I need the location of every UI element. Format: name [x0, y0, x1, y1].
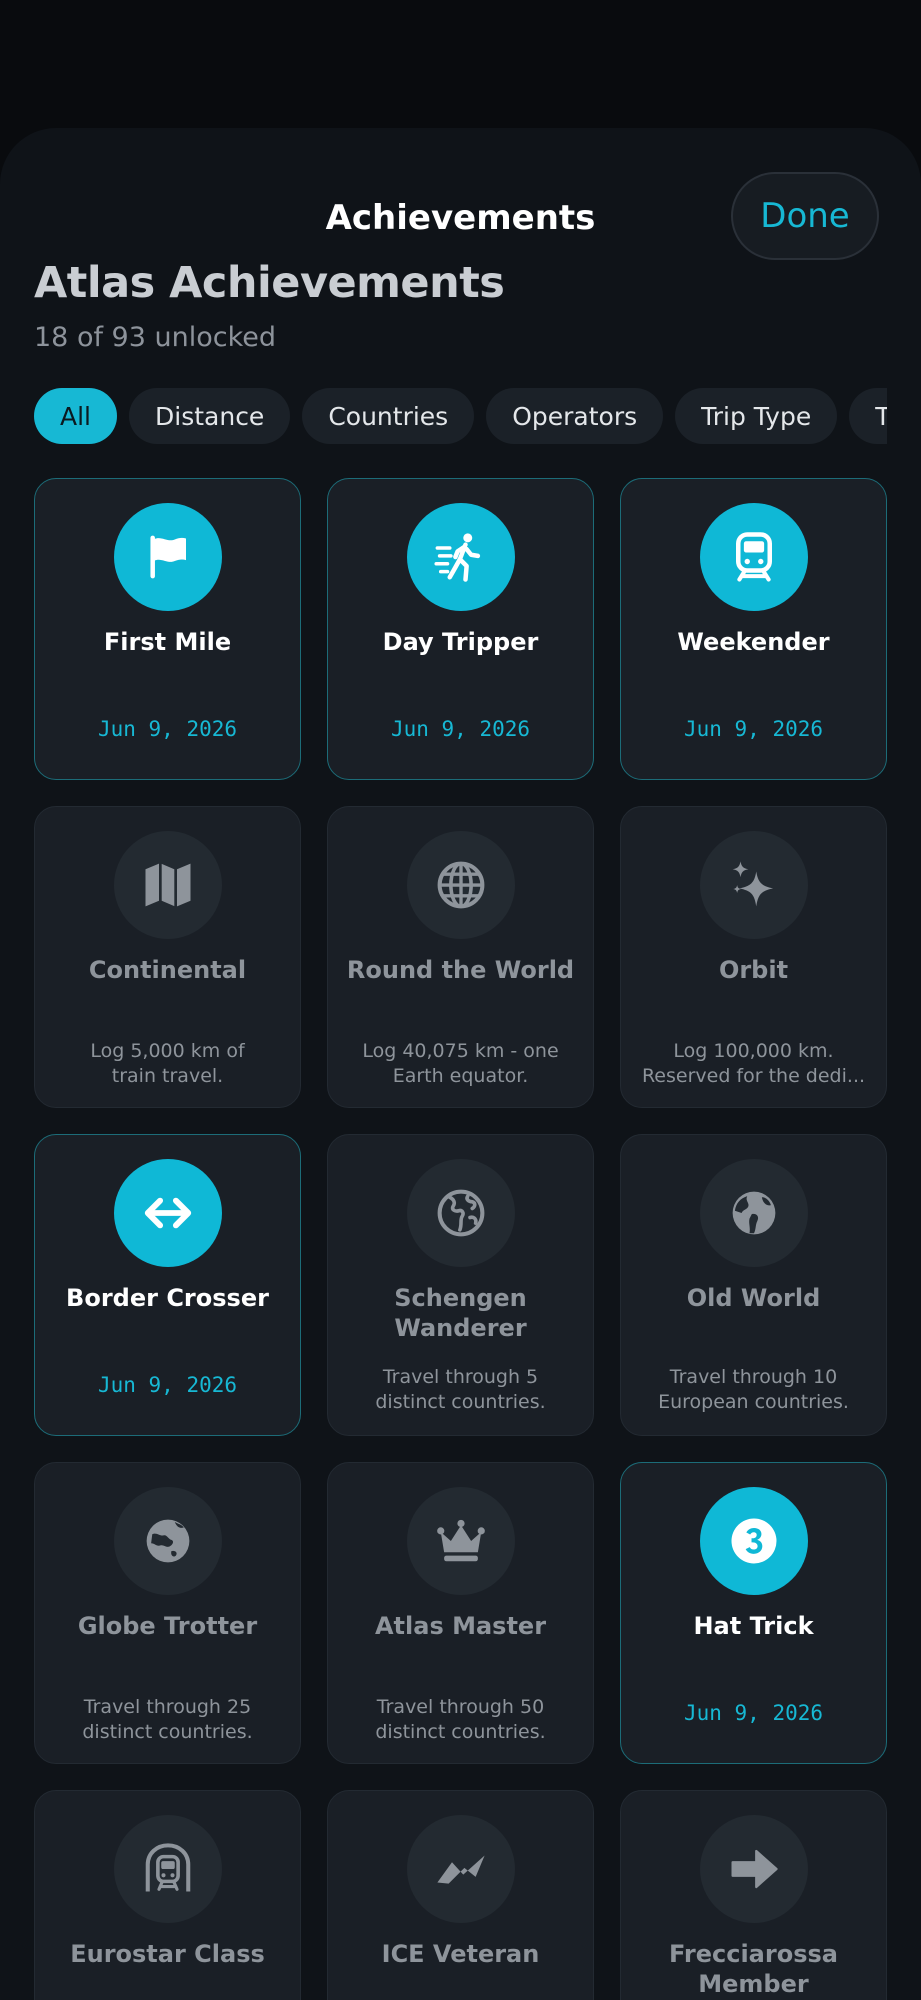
page-title: Atlas Achievements [34, 258, 505, 308]
achievement-badge [407, 1159, 515, 1267]
achievement-name: Weekender [677, 628, 830, 656]
achievement-badge [407, 1487, 515, 1595]
achievement-description: Travel through 5 distinct countries. [375, 1366, 546, 1413]
done-button[interactable]: Done [731, 172, 879, 260]
achievement-description: Travel through 50 distinct countries. [375, 1696, 546, 1743]
achievement-name: Eurostar Class [70, 1940, 265, 1968]
filter-chip-trip-type[interactable]: Trip Type [675, 388, 838, 444]
achievement-card-first-mile[interactable]: First Mile Jun 9, 2026 [34, 478, 301, 780]
achievement-date: Jun 9, 2026 [683, 717, 824, 741]
achievement-date: Jun 9, 2026 [683, 1701, 824, 1725]
achievement-name: Schengen Wanderer [394, 1284, 527, 1342]
achievement-card-weekender[interactable]: Weekender Jun 9, 2026 [620, 478, 887, 780]
achievement-date: Jun 9, 2026 [390, 717, 531, 741]
achievement-badge [700, 503, 808, 611]
achievement-card-day-tripper[interactable]: Day Tripper Jun 9, 2026 [327, 478, 594, 780]
achievement-description: Log 40,075 km - one Earth equator. [362, 1040, 559, 1087]
achievement-card-border-crosser[interactable]: Border Crosser Jun 9, 2026 [34, 1134, 301, 1436]
running-figure-icon [434, 533, 481, 582]
achievement-badge [114, 831, 222, 939]
achievement-badge [700, 831, 808, 939]
globe-grid-icon [437, 861, 485, 909]
globe-asia-icon [146, 1519, 190, 1563]
achievement-card-ice-veteran[interactable]: ICE Veteran [327, 1790, 594, 2000]
achievement-card-globe-trotter[interactable]: Globe Trotter Travel through 25 distinct… [34, 1462, 301, 1764]
crown-icon [437, 1519, 485, 1562]
achievement-badge [114, 503, 222, 611]
sparkles-icon [732, 861, 774, 907]
achievements-grid: First Mile Jun 9, 2026 Day Tripper Jun 9… [34, 478, 887, 2000]
zigzag-icon [437, 1855, 485, 1884]
achievement-card-frecciarossa-member[interactable]: Frecciarossa Member [620, 1790, 887, 2000]
achievement-badge [114, 1815, 222, 1923]
achievement-name: Orbit [718, 956, 789, 984]
achievement-description: Travel through 10 European countries. [658, 1366, 849, 1413]
achievement-name: Atlas Master [374, 1612, 547, 1640]
achievement-card-orbit[interactable]: Orbit Log 100,000 km. Reserved for the d… [620, 806, 887, 1108]
left-right-arrow-icon [144, 1197, 192, 1229]
filter-chip-time[interactable]: Time [849, 388, 887, 444]
achievement-card-schengen-wanderer[interactable]: Schengen Wanderer Travel through 5 disti… [327, 1134, 594, 1436]
achievement-card-round-the-world[interactable]: Round the World Log 40,075 km - one Eart… [327, 806, 594, 1108]
achievement-badge [700, 1815, 808, 1923]
achievement-name: ICE Veteran [381, 1940, 540, 1968]
filter-chip-operators[interactable]: Operators [486, 388, 664, 444]
achievement-name: Day Tripper [382, 628, 539, 656]
unlocked-count: 18 of 93 unlocked [34, 322, 276, 353]
achievement-name: Continental [88, 956, 247, 984]
achievement-card-hat-trick[interactable]: Hat Trick Jun 9, 2026 [620, 1462, 887, 1764]
achievement-date: Jun 9, 2026 [97, 717, 238, 741]
achievement-description: Log 5,000 km of train travel. [90, 1040, 245, 1087]
tunnel-train-icon [145, 1843, 191, 1892]
achievement-badge [114, 1487, 222, 1595]
achievement-name: Hat Trick [693, 1612, 814, 1640]
achievement-badge [407, 503, 515, 611]
achievement-name: Globe Trotter [77, 1612, 258, 1640]
achievement-name: Old World [686, 1284, 821, 1312]
achievement-badge [700, 1487, 808, 1595]
achievements-sheet: Achievements Done Atlas Achievements 18 … [0, 128, 921, 2000]
arrow-right-icon [731, 1849, 778, 1889]
achievement-description: Log 100,000 km. Reserved for the dedi... [641, 1040, 866, 1087]
achievement-name: Frecciarossa Member [669, 1940, 838, 1998]
achievement-badge [407, 831, 515, 939]
achievement-name: First Mile [103, 628, 232, 656]
achievement-description: Travel through 25 distinct countries. [82, 1696, 253, 1743]
filter-chip-distance[interactable]: Distance [129, 388, 291, 444]
filter-chip-countries[interactable]: Countries [302, 388, 475, 444]
achievement-card-eurostar-class[interactable]: Eurostar Class [34, 1790, 301, 2000]
globe-europe-outline-icon [437, 1189, 485, 1237]
achievement-badge [114, 1159, 222, 1267]
achievement-name: Round the World [346, 956, 575, 984]
map-icon [145, 863, 191, 907]
achievement-card-atlas-master[interactable]: Atlas Master Travel through 50 distinct … [327, 1462, 594, 1764]
achievement-date: Jun 9, 2026 [97, 1373, 238, 1397]
filter-chip-all[interactable]: All [34, 388, 117, 444]
achievement-badge [700, 1159, 808, 1267]
achievement-card-continental[interactable]: Continental Log 5,000 km of train travel… [34, 806, 301, 1108]
globe-europe-filled-icon [732, 1191, 776, 1235]
achievement-card-old-world[interactable]: Old World Travel through 10 European cou… [620, 1134, 887, 1436]
number-three-icon [731, 1518, 777, 1564]
achievement-badge [407, 1815, 515, 1923]
train-icon [736, 532, 772, 582]
filter-chips: All Distance Countries Operators Trip Ty… [34, 388, 887, 444]
achievement-name: Border Crosser [66, 1284, 269, 1312]
flag-icon [150, 535, 186, 579]
